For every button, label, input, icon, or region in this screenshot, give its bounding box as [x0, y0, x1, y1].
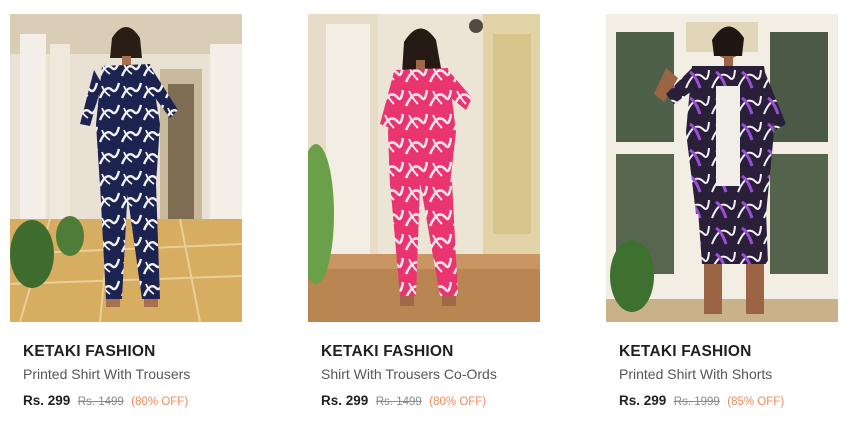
- product-price: Rs. 299: [619, 393, 667, 408]
- product-discount: (80% OFF): [131, 396, 189, 408]
- product-discount: (85% OFF): [727, 396, 785, 408]
- product-image[interactable]: [308, 14, 540, 322]
- product-brand[interactable]: KETAKI FASHION: [321, 343, 540, 361]
- product-mrp: Rs. 1499: [77, 396, 124, 408]
- product-image[interactable]: [10, 14, 242, 322]
- product-discount: (80% OFF): [429, 396, 487, 408]
- price-line: Rs. 299 Rs. 1499 (80% OFF): [23, 393, 242, 408]
- product-price: Rs. 299: [23, 393, 71, 408]
- product-title[interactable]: Printed Shirt With Shorts: [619, 366, 838, 382]
- product-photo-navy: [10, 14, 242, 322]
- product-mrp: Rs. 1999: [673, 396, 720, 408]
- product-title[interactable]: Shirt With Trousers Co-Ords: [321, 366, 540, 382]
- product-card[interactable]: KETAKI FASHION Printed Shirt With Shorts…: [606, 14, 838, 408]
- product-price: Rs. 299: [321, 393, 369, 408]
- product-photo-pink: [308, 14, 540, 322]
- product-image[interactable]: [606, 14, 838, 322]
- price-line: Rs. 299 Rs. 1999 (85% OFF): [619, 393, 838, 408]
- product-photo-purple: [606, 14, 838, 322]
- product-card[interactable]: KETAKI FASHION Printed Shirt With Trouse…: [10, 14, 242, 408]
- product-brand[interactable]: KETAKI FASHION: [619, 343, 838, 361]
- product-title[interactable]: Printed Shirt With Trousers: [23, 366, 242, 382]
- product-mrp: Rs. 1499: [375, 396, 422, 408]
- product-card[interactable]: KETAKI FASHION Shirt With Trousers Co-Or…: [308, 14, 540, 408]
- price-line: Rs. 299 Rs. 1499 (80% OFF): [321, 393, 540, 408]
- product-brand[interactable]: KETAKI FASHION: [23, 343, 242, 361]
